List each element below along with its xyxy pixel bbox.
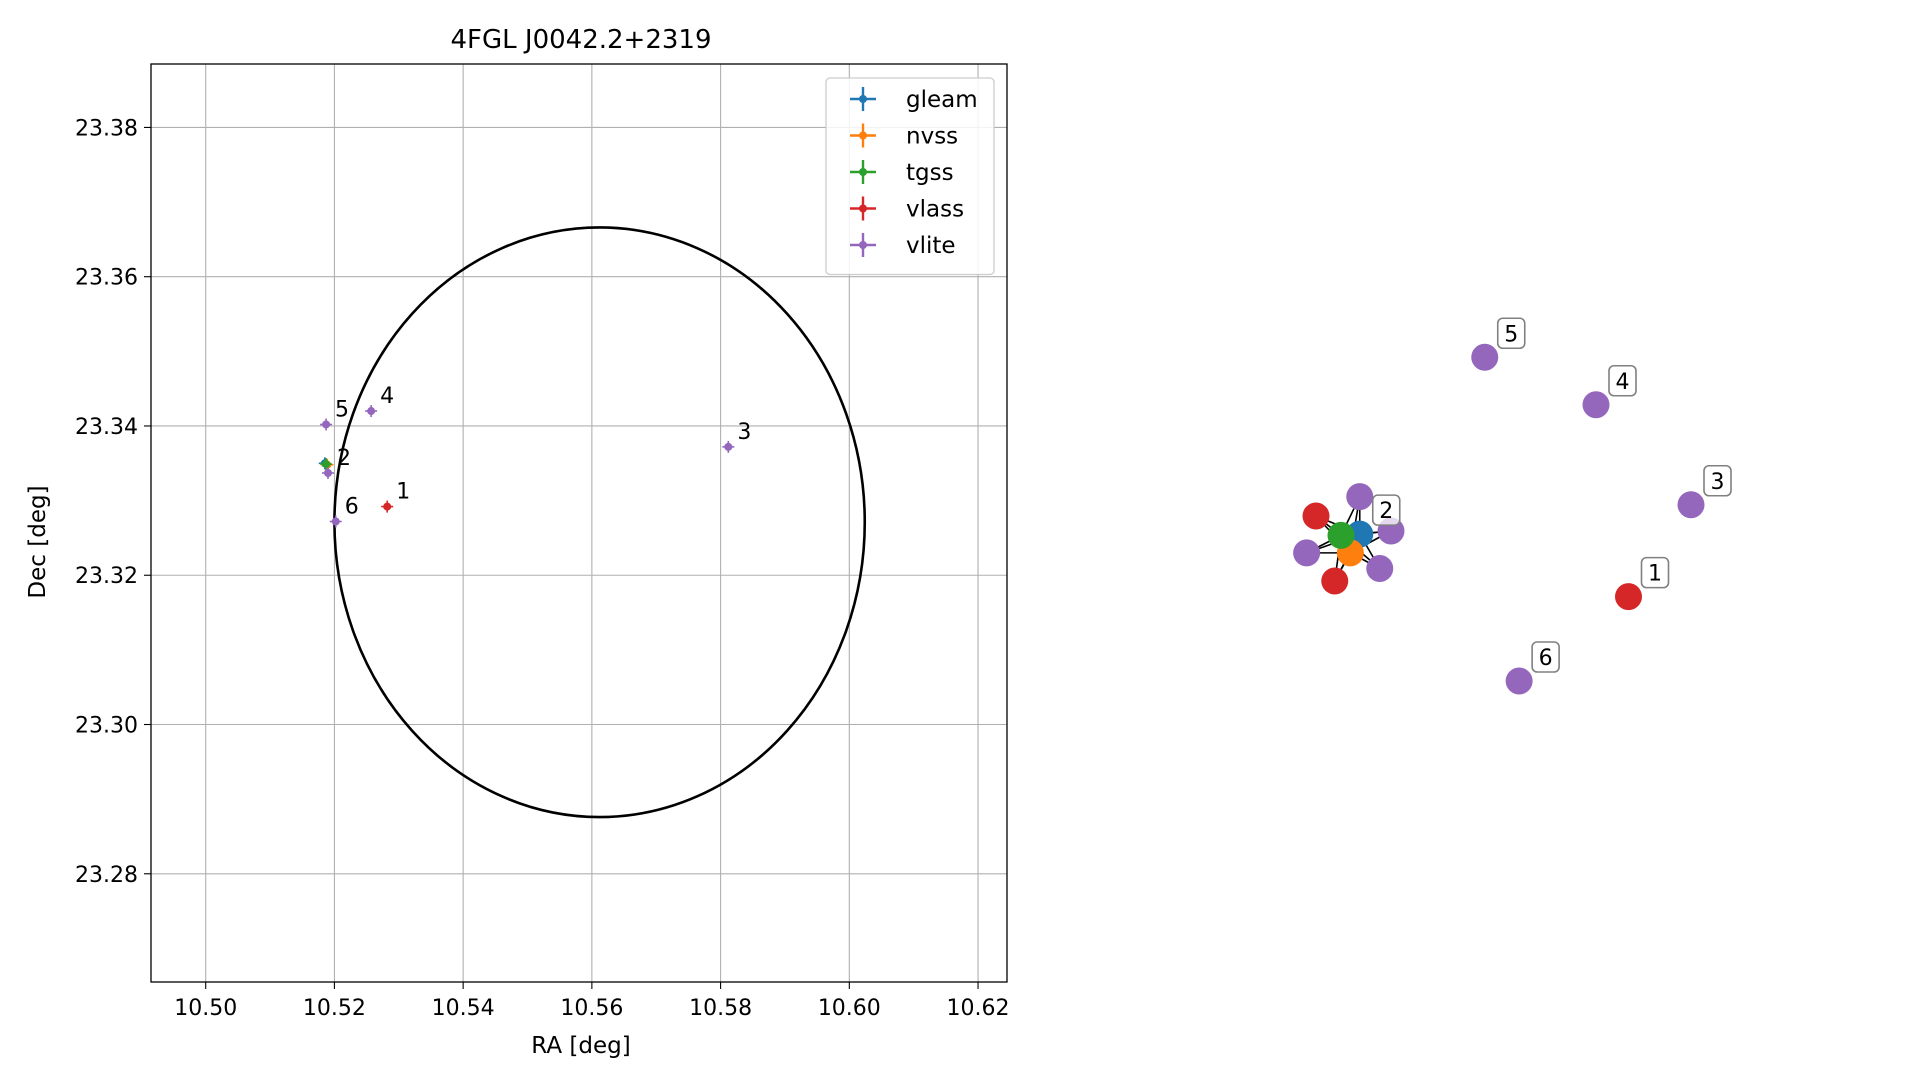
point-label: 4 — [380, 384, 394, 409]
graph-node-label-text: 4 — [1616, 370, 1630, 395]
point-label: 2 — [337, 446, 351, 471]
graph-node-label: 5 — [1496, 317, 1526, 350]
x-axis-label: RA [deg] — [531, 1033, 630, 1059]
x-tick-label: 10.60 — [818, 996, 881, 1021]
point-vlass: 1 — [381, 480, 410, 513]
legend: gleam nvss tgss vlass vlite — [825, 77, 995, 276]
point-label: 1 — [396, 480, 410, 505]
graph-node — [1582, 391, 1610, 419]
graph-node — [1321, 567, 1349, 595]
point-tgss — [320, 458, 333, 471]
graph-node-label: 3 — [1703, 464, 1732, 497]
y-tick-label: 23.32 — [75, 564, 138, 589]
error-ellipse-layer — [333, 226, 867, 819]
error-ellipse — [333, 226, 867, 819]
y-tick-label: 23.38 — [75, 116, 138, 141]
point-label: 3 — [737, 420, 751, 445]
graph-node-label-text: 2 — [1379, 499, 1393, 524]
y-tick-label: 23.28 — [75, 863, 138, 888]
graph-node — [1677, 491, 1705, 519]
x-tick-label: 10.52 — [303, 996, 366, 1021]
y-tick-label: 23.30 — [75, 714, 138, 739]
graph-nodes — [1293, 343, 1705, 695]
point-vlite: 4 — [365, 384, 394, 418]
x-tick-label: 10.56 — [560, 996, 623, 1021]
scatter-panel: 1 2 3 4 5 6 10.50 10.52 10.54 10.56 10.58 10.60 10.… — [25, 25, 1010, 1059]
x-tick-label: 10.58 — [689, 996, 752, 1021]
legend-label: nvss — [906, 124, 958, 150]
y-tick-label: 23.34 — [75, 415, 138, 440]
figure: 1 2 3 4 5 6 10.50 10.52 10.54 10.56 10.58 10.60 10.… — [25, 25, 1732, 1059]
y-axis-label: Dec [deg] — [25, 485, 51, 598]
graph-node-label: 2 — [1371, 494, 1401, 526]
graph-node — [1346, 483, 1374, 511]
graph-node-label-text: 5 — [1504, 322, 1518, 347]
x-tick-label: 10.62 — [947, 996, 1010, 1021]
graph-node — [1302, 502, 1330, 530]
graph-node-label-text: 3 — [1711, 470, 1725, 495]
point-vlite: 3 — [722, 420, 751, 453]
legend-label: tgss — [906, 160, 954, 186]
graph-node — [1615, 583, 1642, 611]
graph-node-label: 6 — [1531, 641, 1560, 673]
graph-node-labels: 1 2 3 4 5 6 — [1371, 317, 1732, 673]
graph-node-label-text: 1 — [1648, 562, 1662, 587]
x-tick-label: 10.54 — [432, 996, 495, 1021]
graph-node — [1471, 343, 1499, 371]
point-label: 6 — [345, 495, 359, 520]
graph-node — [1366, 555, 1394, 582]
legend-label: vlass — [906, 197, 964, 223]
graph-node — [1327, 521, 1355, 549]
legend-label: gleam — [906, 87, 978, 113]
graph-node — [1505, 667, 1533, 695]
scatter-points: 1 2 3 4 5 6 — [318, 384, 751, 528]
point-label: 5 — [335, 397, 349, 422]
legend-label: vlite — [906, 233, 956, 259]
graph-node-label: 1 — [1640, 556, 1670, 589]
chart-title: 4FGL J0042.2+2319 — [451, 25, 712, 55]
x-tick-label: 10.50 — [174, 996, 237, 1021]
graph-node — [1293, 539, 1321, 567]
graph-node-label-text: 6 — [1539, 646, 1553, 671]
y-tick-label: 23.36 — [75, 266, 138, 291]
graph-node-label: 4 — [1608, 364, 1637, 397]
network-graph: 1 2 3 4 5 6 — [1293, 317, 1732, 695]
